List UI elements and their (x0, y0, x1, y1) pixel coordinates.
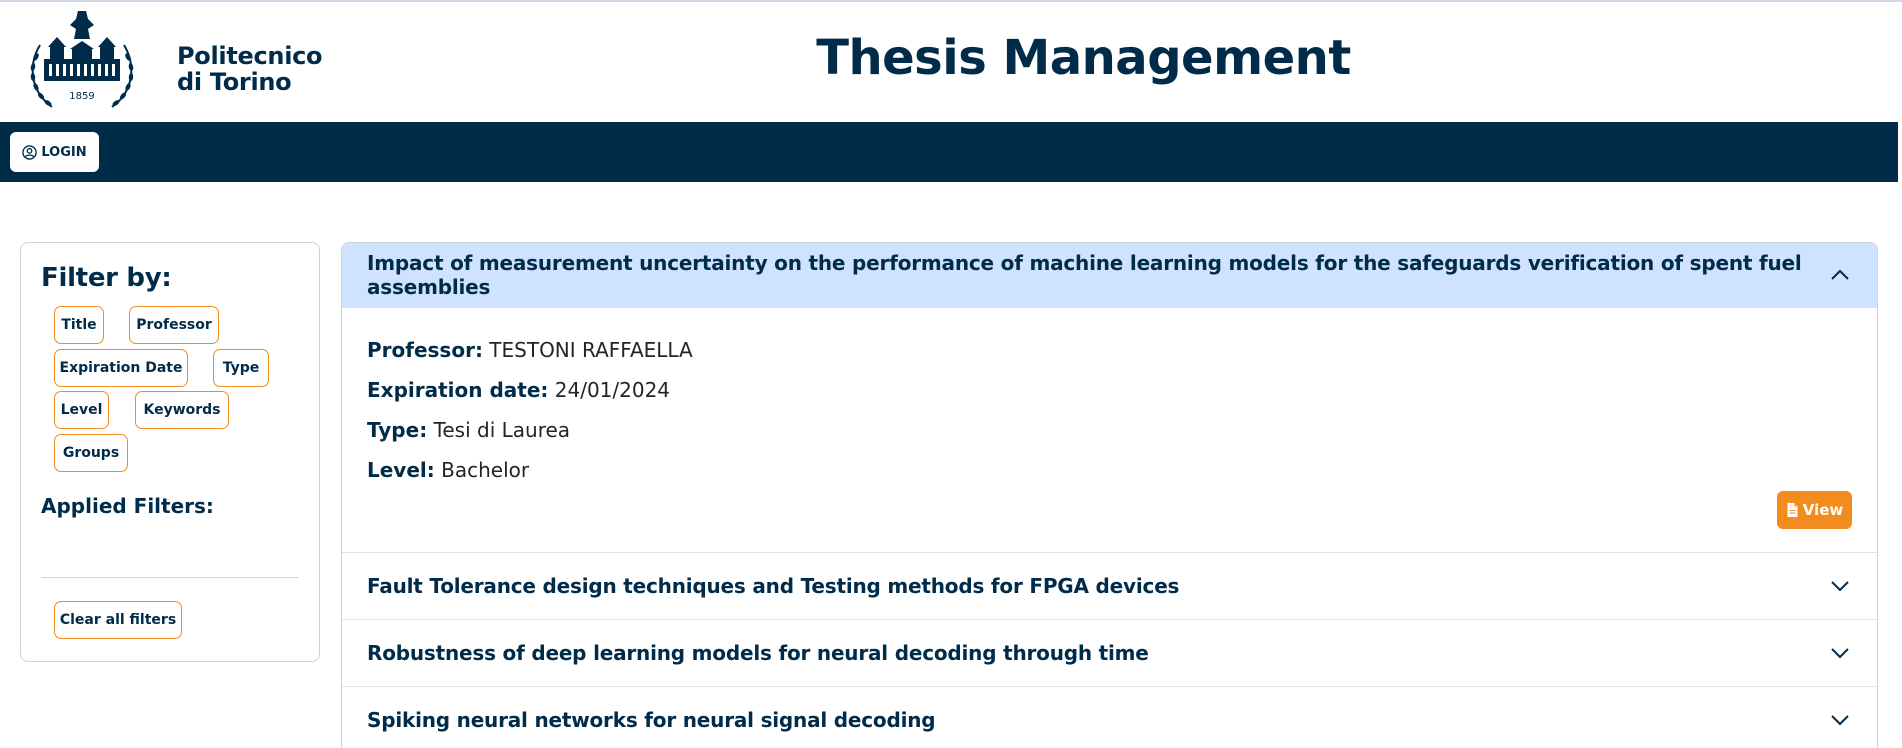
chevron-down-icon (1831, 648, 1849, 659)
proposal-item: Spiking neural networks for neural signa… (342, 687, 1877, 748)
proposal-header[interactable]: Spiking neural networks for neural signa… (342, 687, 1877, 748)
proposal-title: Impact of measurement uncertainty on the… (367, 251, 1802, 299)
navbar: LOGIN (0, 122, 1898, 182)
proposal-header[interactable]: Robustness of deep learning models for n… (342, 620, 1877, 686)
proposals-accordion: Impact of measurement uncertainty on the… (341, 242, 1878, 748)
login-button[interactable]: LOGIN (10, 132, 99, 172)
proposal-item: Fault Tolerance design techniques and Te… (342, 553, 1877, 620)
professor-field: Professor: TESTONI RAFFAELLA (367, 330, 1852, 370)
chevron-up-icon (1831, 269, 1849, 280)
filter-chip-expiration-date[interactable]: Expiration Date (54, 349, 188, 387)
level-label: Level: (367, 458, 435, 482)
proposal-header[interactable]: Fault Tolerance design techniques and Te… (342, 553, 1877, 619)
filter-chip-type[interactable]: Type (213, 349, 269, 387)
proposal-details: Professor: TESTONI RAFFAELLA Expiration … (342, 308, 1877, 552)
page-title-wrapper: Thesis Management (0, 30, 1902, 86)
proposal-item: Robustness of deep learning models for n… (342, 620, 1877, 687)
chevron-down-icon (1831, 715, 1849, 726)
expiration-value: 24/01/2024 (554, 378, 671, 402)
filter-chip-title[interactable]: Title (54, 306, 104, 344)
level-value: Bachelor (441, 458, 530, 482)
view-label: View (1802, 501, 1844, 519)
filter-heading: Filter by: (41, 263, 172, 293)
clear-all-filters-button[interactable]: Clear all filters (54, 601, 182, 639)
filter-sidebar: Filter by: Title Professor Expiration Da… (20, 242, 320, 662)
proposal-header-expanded[interactable]: Impact of measurement uncertainty on the… (342, 243, 1877, 308)
view-button[interactable]: View (1777, 491, 1852, 529)
proposal-title: Robustness of deep learning models for n… (367, 641, 1149, 665)
svg-text:1859: 1859 (69, 91, 94, 102)
professor-value: TESTONI RAFFAELLA (489, 338, 693, 362)
type-field: Type: Tesi di Laurea (367, 410, 1852, 450)
level-field: Level: Bachelor (367, 450, 1852, 490)
page-header: 1859 Politecnico di Torino Thesis Manage… (0, 2, 1902, 122)
file-icon (1787, 503, 1798, 517)
type-value: Tesi di Laurea (433, 418, 571, 442)
proposal-title: Spiking neural networks for neural signa… (367, 708, 936, 732)
proposal-title: Fault Tolerance design techniques and Te… (367, 574, 1180, 598)
expiration-field: Expiration date: 24/01/2024 (367, 370, 1852, 410)
page-title: Thesis Management (816, 30, 1351, 86)
filter-chip-professor[interactable]: Professor (129, 306, 219, 344)
filter-chip-groups[interactable]: Groups (54, 434, 128, 472)
chevron-down-icon (1831, 581, 1849, 592)
filter-chip-keywords[interactable]: Keywords (135, 391, 229, 429)
professor-label: Professor: (367, 338, 483, 362)
login-label: LOGIN (41, 144, 87, 160)
user-circle-icon (22, 144, 38, 160)
expiration-label: Expiration date: (367, 378, 549, 402)
applied-filters-heading: Applied Filters: (41, 494, 214, 518)
sidebar-divider (41, 577, 299, 578)
proposal-item: Impact of measurement uncertainty on the… (342, 243, 1877, 553)
filter-chip-level[interactable]: Level (54, 391, 109, 429)
type-label: Type: (367, 418, 428, 442)
